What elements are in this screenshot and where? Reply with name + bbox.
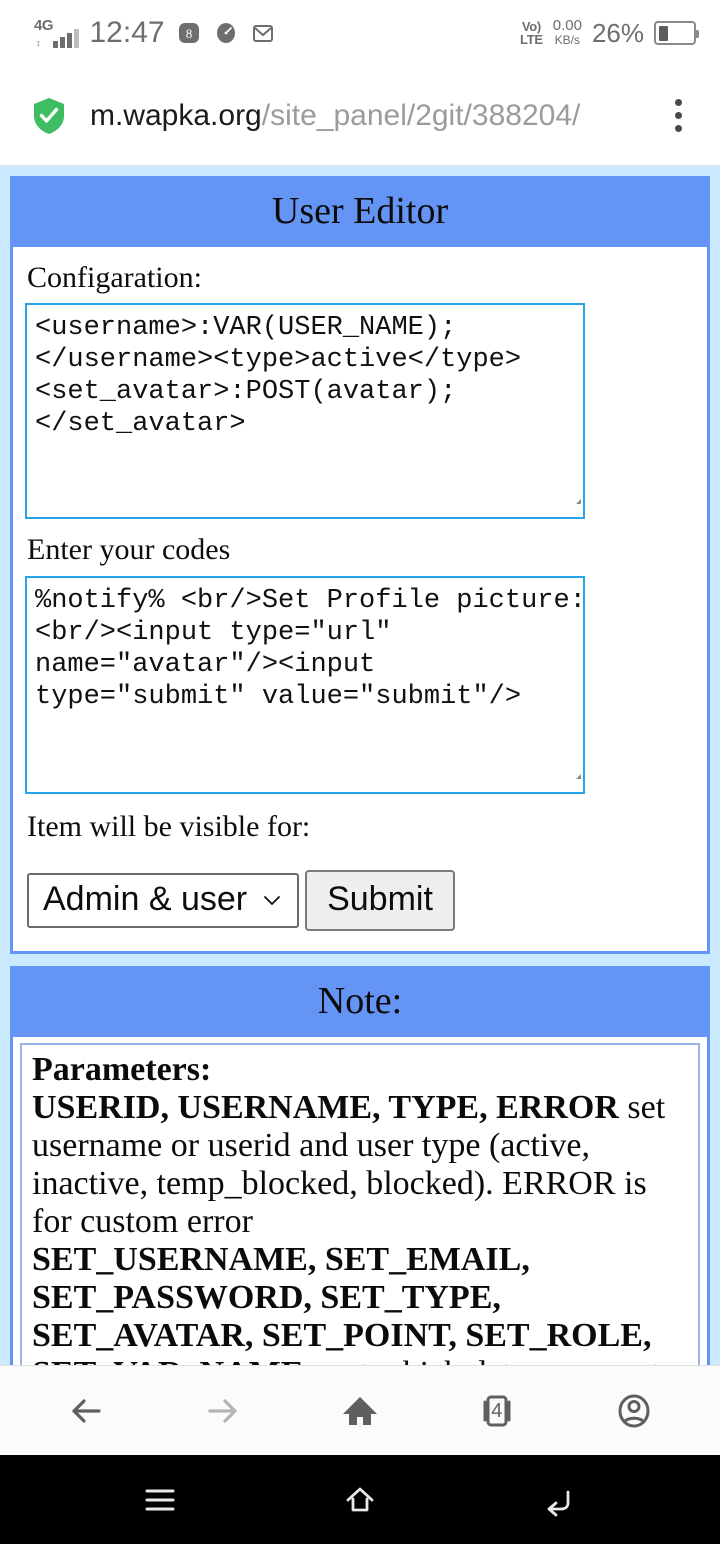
note-title: Note: [13, 969, 707, 1037]
url-host: m.wapka.org [90, 99, 262, 132]
browser-url-bar[interactable]: m.wapka.org/site_panel/2git/388204/ [0, 66, 720, 166]
tabs-icon[interactable]: 4 [459, 1373, 535, 1449]
network-type-label: 4G [34, 17, 54, 34]
visibility-label: Item will be visible for: [27, 809, 311, 843]
user-editor-body: Configaration: <username>:VAR(USER_NAME)… [13, 246, 707, 952]
clock: 12:47 [89, 16, 165, 49]
chevron-down-icon [261, 889, 283, 911]
secure-shield-icon [30, 95, 68, 137]
speedometer-icon [213, 20, 239, 46]
browser-navigation-bar: 4 [0, 1365, 720, 1455]
note-paragraph: Parameters: USERID, USERNAME, TYPE, ERRO… [32, 1051, 688, 1365]
data-transfer-arrows-icon: ↕ [36, 38, 41, 48]
enter-your-codes-label: Enter your codes [27, 533, 231, 566]
submit-button[interactable]: Submit [305, 870, 455, 932]
url-path: /site_panel/2git/388204/ [261, 99, 581, 132]
note-line1-bold: USERID, USERNAME, TYPE, ERROR [32, 1088, 619, 1126]
data-rate-value: 0.00 [552, 17, 582, 34]
user-editor-title: User Editor [13, 179, 707, 247]
browser-menu-icon[interactable] [658, 99, 698, 132]
note-line2-bold: SET_USERNAME, SET_EMAIL, SET_PASSWORD, S… [32, 1240, 652, 1365]
visibility-select[interactable]: Admin & user [27, 873, 300, 929]
tabs-count-label: 4 [491, 1399, 503, 1422]
back-arrow-icon[interactable] [48, 1373, 124, 1449]
note-body: Parameters: USERID, USERNAME, TYPE, ERRO… [13, 1036, 707, 1365]
android-navigation-bar [0, 1455, 720, 1544]
note-heading: Parameters: [32, 1050, 212, 1088]
mail-icon [250, 20, 276, 46]
url-text[interactable]: m.wapka.org/site_panel/2git/388204/ [90, 99, 650, 132]
billiards-app-icon: 8 [176, 20, 202, 46]
codes-textarea[interactable]: %notify% <br/>Set Profile picture: <br/>… [25, 575, 585, 794]
signal-bars [53, 29, 79, 48]
android-home-icon[interactable] [320, 1470, 400, 1530]
battery-icon [654, 21, 699, 45]
data-rate-unit: KB/s [554, 33, 581, 47]
svg-text:8: 8 [185, 26, 192, 41]
android-back-icon[interactable] [520, 1470, 600, 1530]
recents-menu-icon[interactable] [120, 1470, 200, 1530]
status-bar-left: 4G ↕ 12:47 8 [34, 18, 276, 48]
status-bar-right: Vo) LTE 0.00 KB/s 26% [520, 17, 699, 48]
battery-percent-label: 26% [591, 18, 644, 48]
forward-arrow-icon[interactable] [185, 1373, 261, 1449]
volte-icon: Vo) LTE [520, 20, 543, 46]
signal-strength-icon: 4G ↕ [34, 18, 79, 48]
home-icon[interactable] [322, 1373, 398, 1449]
status-bar: 4G ↕ 12:47 8 Vo) LTE 0.00 KB/s 26% [0, 0, 720, 66]
web-page-content: User Editor Configaration: <username>:VA… [0, 166, 720, 1365]
note-content-box: Parameters: USERID, USERNAME, TYPE, ERRO… [20, 1042, 700, 1365]
account-icon[interactable] [596, 1373, 672, 1449]
visibility-select-value: Admin & user [43, 880, 248, 918]
data-rate-indicator: 0.00 KB/s [552, 17, 582, 47]
phone-screen: 4G ↕ 12:47 8 Vo) LTE 0.00 KB/s 26% m.wap… [0, 0, 720, 1544]
user-editor-panel: User Editor Configaration: <username>:VA… [10, 176, 710, 955]
configuration-textarea[interactable]: <username>:VAR(USER_NAME); </username><t… [25, 303, 585, 519]
configuration-label: Configaration: [27, 260, 202, 294]
battery-fill [658, 25, 669, 41]
note-panel: Note: Parameters: USERID, USERNAME, TYPE… [10, 966, 710, 1365]
volte-bottom-label: LTE [520, 32, 543, 47]
